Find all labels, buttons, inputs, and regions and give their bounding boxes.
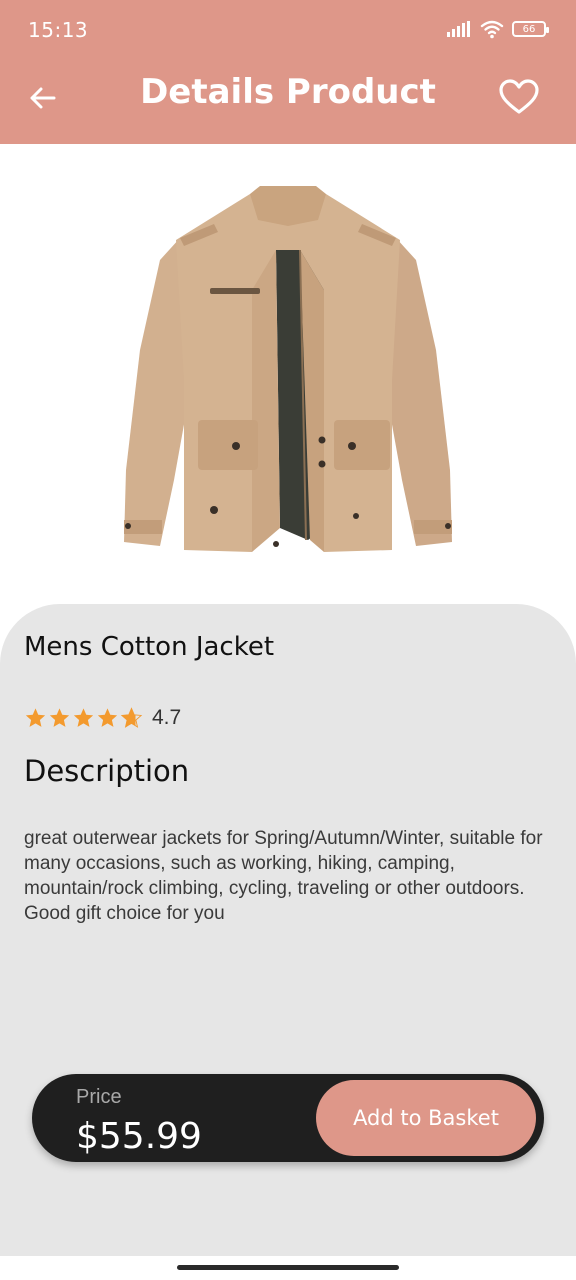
add-to-basket-button[interactable]: Add to Basket — [316, 1080, 536, 1156]
product-name: Mens Cotton Jacket — [24, 632, 275, 662]
buy-bar: Price $55.99 Add to Basket — [32, 1074, 544, 1162]
status-time: 15:13 — [28, 18, 89, 42]
heart-outline-icon — [499, 79, 539, 114]
price-value: $55.99 — [76, 1116, 202, 1157]
rating-row: 4.7 — [24, 706, 181, 730]
star-icon — [25, 708, 46, 727]
star-half-icon — [120, 707, 143, 728]
home-indicator[interactable] — [177, 1265, 399, 1270]
product-details-screen: 15:13 66 Details Product Mens Cotton Jac… — [0, 0, 576, 1280]
battery-icon: 66 — [512, 21, 549, 37]
status-bar: 15:13 66 — [0, 0, 576, 58]
page-title: Details Product — [140, 72, 436, 112]
jacket-image — [124, 186, 452, 552]
favorite-button[interactable] — [498, 76, 540, 118]
description-title: Description — [24, 754, 190, 788]
wifi-icon — [480, 20, 504, 39]
star-icon — [97, 708, 118, 727]
star-icon — [73, 708, 94, 727]
rating-value: 4.7 — [152, 706, 182, 729]
star-icon — [49, 708, 70, 727]
price-label: Price — [76, 1086, 122, 1108]
signal-icon — [447, 21, 470, 37]
description-text: great outerwear jackets for Spring/Autum… — [24, 828, 543, 924]
status-icons: 66 — [446, 16, 549, 42]
nav-bar: Details Product — [0, 58, 576, 144]
app-header: 15:13 66 Details Product — [0, 0, 576, 144]
battery-level: 66 — [522, 23, 536, 35]
